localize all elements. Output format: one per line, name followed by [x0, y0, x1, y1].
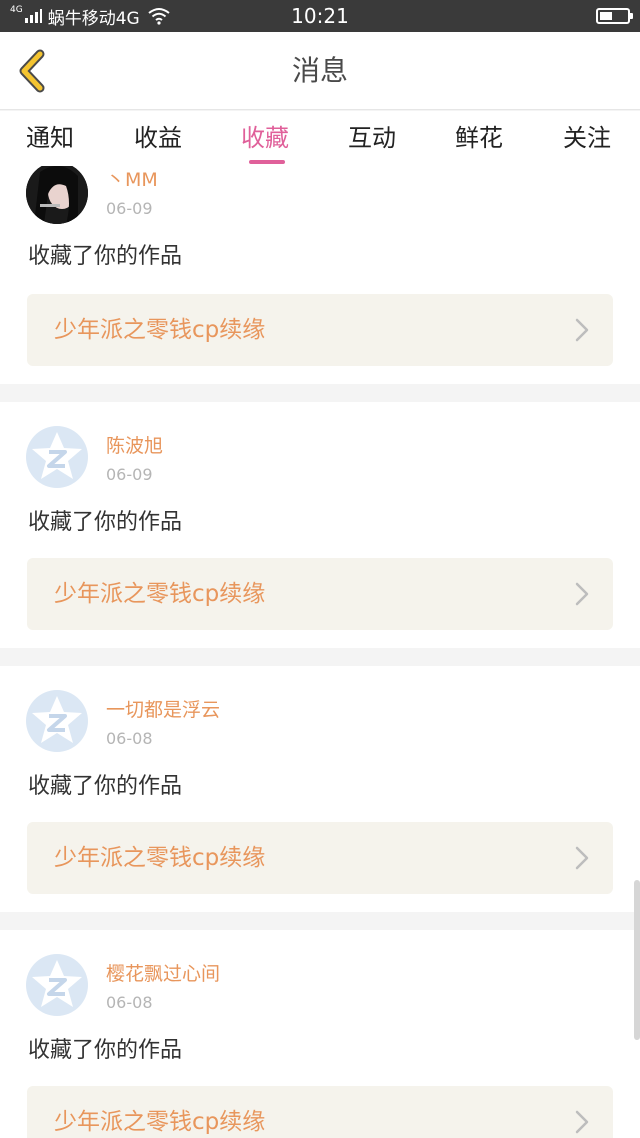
- list-item: 陈波旭 06-09 收藏了你的作品 少年派之零钱cp续缘: [0, 402, 640, 648]
- avatar[interactable]: [26, 954, 88, 1016]
- page-title: 消息: [291, 54, 348, 87]
- tab-earnings[interactable]: 收益: [134, 123, 182, 153]
- work-link[interactable]: 少年派之零钱cp续缘: [27, 294, 613, 366]
- tab-interactions[interactable]: 互动: [348, 123, 396, 153]
- scrollbar[interactable]: [634, 880, 640, 1040]
- work-link[interactable]: 少年派之零钱cp续缘: [27, 558, 613, 630]
- tab-bar: 通知 收益 收藏 互动 鲜花 关注: [0, 111, 640, 166]
- status-bar: 4G 蜗牛移动4G 10:21: [0, 0, 640, 32]
- chevron-right-icon: [575, 846, 589, 870]
- message-date: 06-09: [106, 465, 153, 484]
- list-item: 一切都是浮云 06-08 收藏了你的作品 少年派之零钱cp续缘: [0, 666, 640, 912]
- nav-header: 消息: [0, 32, 640, 110]
- work-link[interactable]: 少年派之零钱cp续缘: [27, 822, 613, 894]
- status-time: 10:21: [291, 4, 349, 28]
- default-z-icon: [32, 960, 82, 1007]
- action-text: 收藏了你的作品: [28, 1038, 183, 1063]
- chevron-right-icon: [575, 582, 589, 606]
- message-date: 06-08: [106, 993, 153, 1012]
- username[interactable]: 丶MM: [106, 168, 158, 192]
- message-date: 06-09: [106, 199, 153, 218]
- action-text: 收藏了你的作品: [28, 244, 183, 269]
- tab-follows[interactable]: 关注: [563, 123, 611, 153]
- username[interactable]: 樱花飘过心间: [106, 962, 220, 986]
- message-list[interactable]: 丶MM 06-09 收藏了你的作品 少年派之零钱cp续缘 陈波旭 06-09 收…: [0, 166, 640, 1138]
- tab-flowers[interactable]: 鲜花: [455, 123, 503, 153]
- username[interactable]: 陈波旭: [106, 434, 163, 458]
- avatar-photo: [26, 166, 88, 224]
- tab-notifications[interactable]: 通知: [26, 123, 74, 153]
- battery-icon: [596, 8, 633, 24]
- avatar[interactable]: [26, 426, 88, 488]
- work-title: 少年派之零钱cp续缘: [54, 845, 266, 871]
- default-z-icon: [32, 696, 82, 743]
- username[interactable]: 一切都是浮云: [106, 698, 220, 722]
- active-tab-indicator: [249, 160, 285, 164]
- list-item: 丶MM 06-09 收藏了你的作品 少年派之零钱cp续缘: [0, 166, 640, 384]
- work-link[interactable]: 少年派之零钱cp续缘: [27, 1086, 613, 1138]
- tab-favorites[interactable]: 收藏: [241, 123, 289, 153]
- action-text: 收藏了你的作品: [28, 510, 183, 535]
- work-title: 少年派之零钱cp续缘: [54, 1109, 266, 1135]
- work-title: 少年派之零钱cp续缘: [54, 581, 266, 607]
- action-text: 收藏了你的作品: [28, 774, 183, 799]
- message-date: 06-08: [106, 729, 153, 748]
- work-title: 少年派之零钱cp续缘: [54, 317, 266, 343]
- avatar[interactable]: [26, 166, 88, 224]
- chevron-right-icon: [575, 318, 589, 342]
- chevron-right-icon: [575, 1110, 589, 1134]
- default-z-icon: [32, 432, 82, 479]
- list-item: 樱花飘过心间 06-08 收藏了你的作品 少年派之零钱cp续缘: [0, 930, 640, 1138]
- avatar[interactable]: [26, 690, 88, 752]
